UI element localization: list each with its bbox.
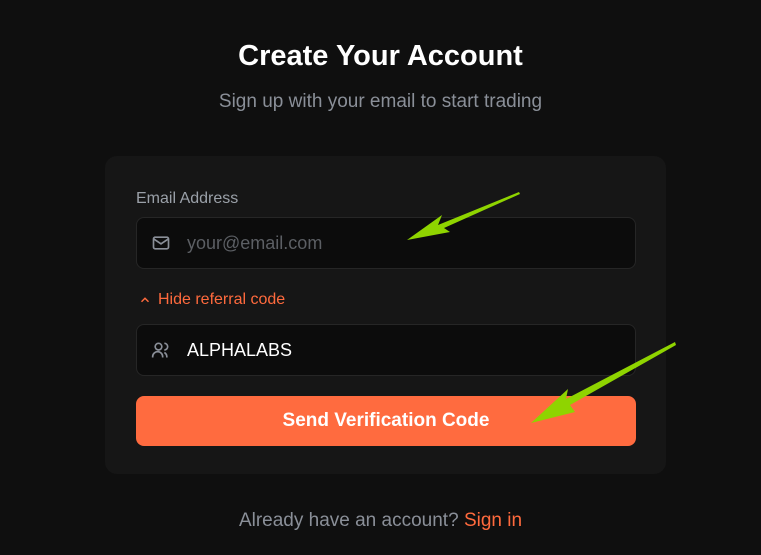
annotation-arrows [407, 192, 676, 423]
arrow-annotation-icon [407, 192, 520, 240]
arrow-annotation-icon [531, 342, 676, 423]
